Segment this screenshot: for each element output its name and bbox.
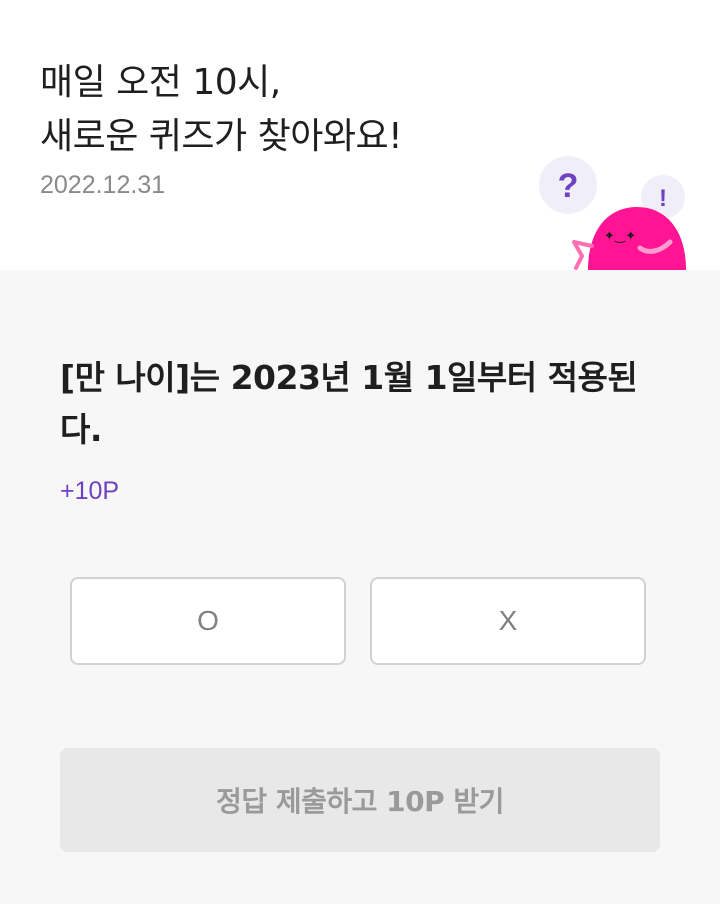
headline-line-1: 매일 오전 10시,: [40, 62, 281, 103]
points-badge: +10P: [60, 477, 120, 505]
quiz-header: 매일 오전 10시, 새로운 퀴즈가 찾아와요! 2022.12.31 ? ! …: [0, 0, 720, 270]
answer-o-button[interactable]: O: [70, 577, 346, 665]
quiz-body: [만 나이]는 2023년 1월 1일부터 적용된다. +10P O X 정답 …: [0, 270, 720, 904]
mascot-illustration: ? ! ✦‿✦: [539, 156, 686, 270]
exclaim-mark-icon: !: [659, 185, 667, 212]
page-title: 매일 오전 10시, 새로운 퀴즈가 찾아와요!: [40, 56, 403, 164]
quiz-date: 2022.12.31: [40, 171, 166, 199]
submit-answer-button[interactable]: 정답 제출하고 10P 받기: [60, 748, 660, 852]
question-mark-icon: ?: [558, 167, 579, 205]
quiz-question: [만 나이]는 2023년 1월 1일부터 적용된다.: [60, 358, 638, 449]
mascot-eyes-icon: ✦‿✦: [604, 229, 636, 244]
quiz-page: 매일 오전 10시, 새로운 퀴즈가 찾아와요! 2022.12.31 ? ! …: [0, 0, 720, 904]
headline-line-2: 새로운 퀴즈가 찾아와요!: [40, 116, 403, 157]
answer-x-button[interactable]: X: [370, 577, 646, 665]
